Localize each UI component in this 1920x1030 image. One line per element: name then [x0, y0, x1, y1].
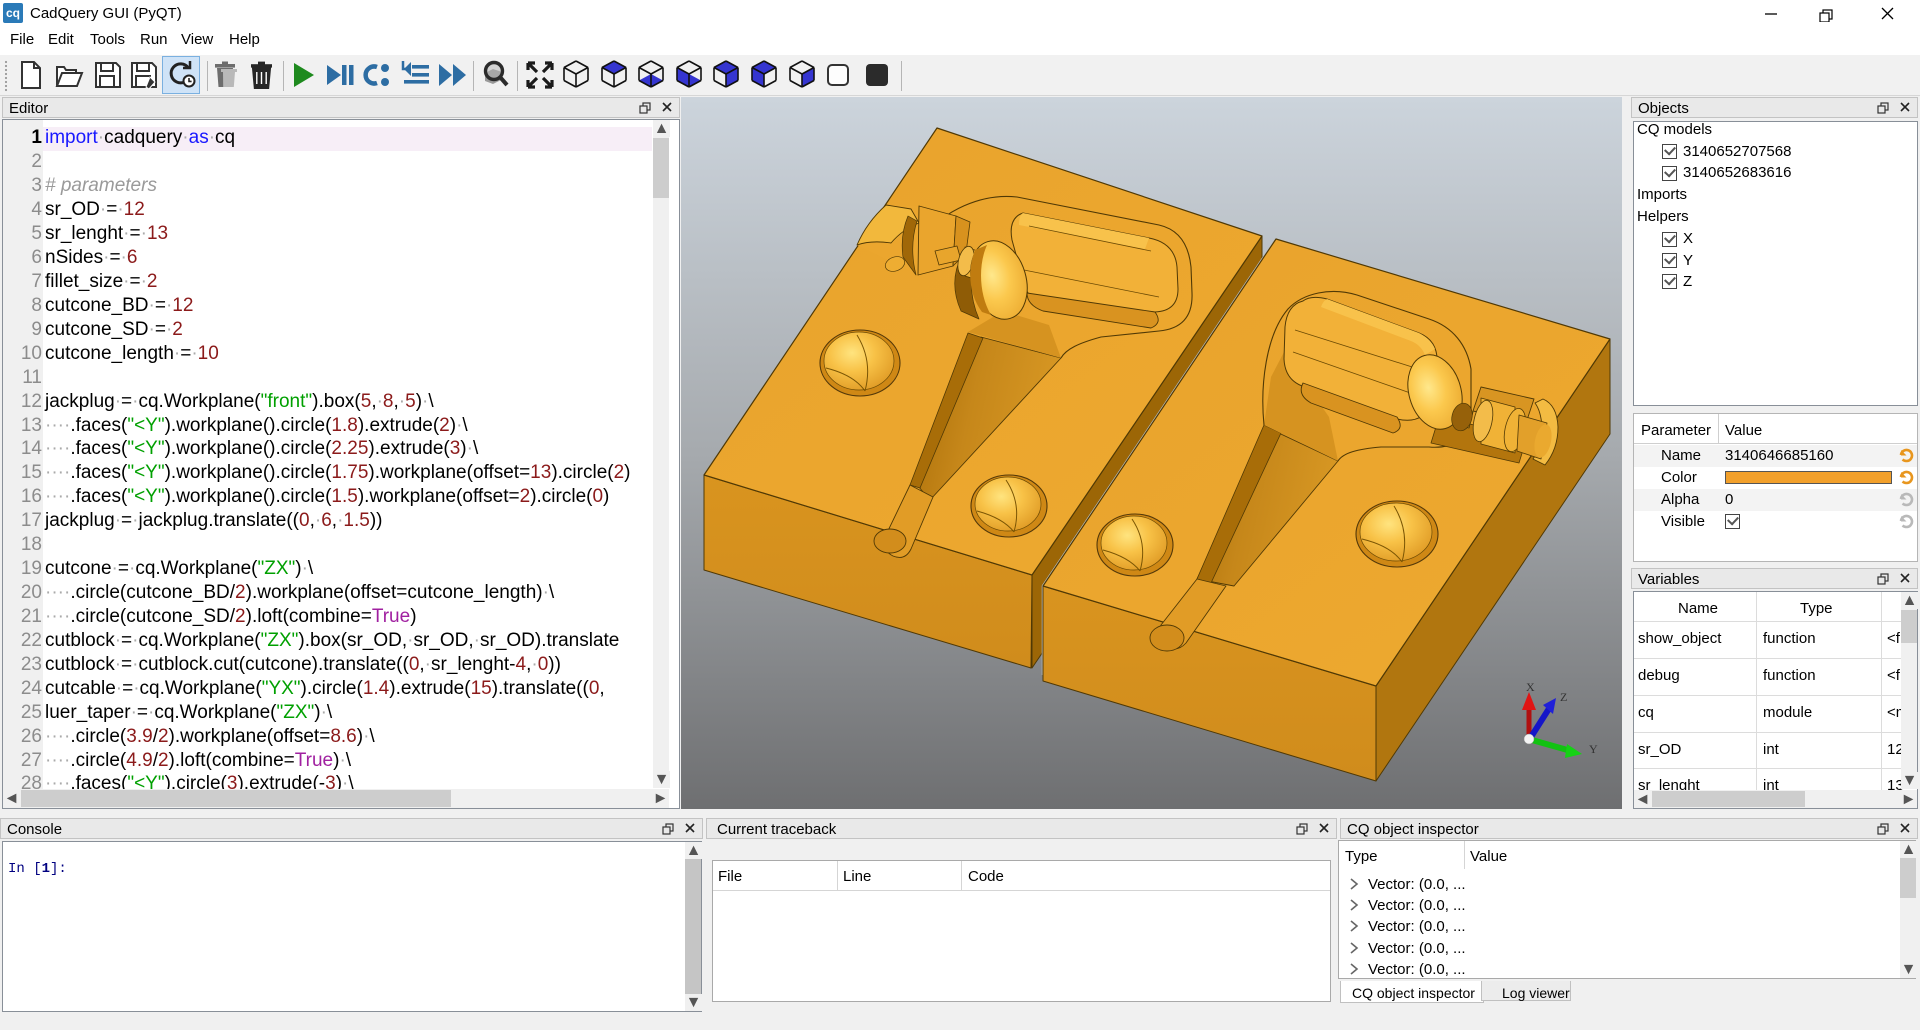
- svg-text:Y: Y: [1589, 742, 1598, 756]
- svg-text:X: X: [1526, 680, 1535, 694]
- svg-text:Z: Z: [1560, 690, 1567, 704]
